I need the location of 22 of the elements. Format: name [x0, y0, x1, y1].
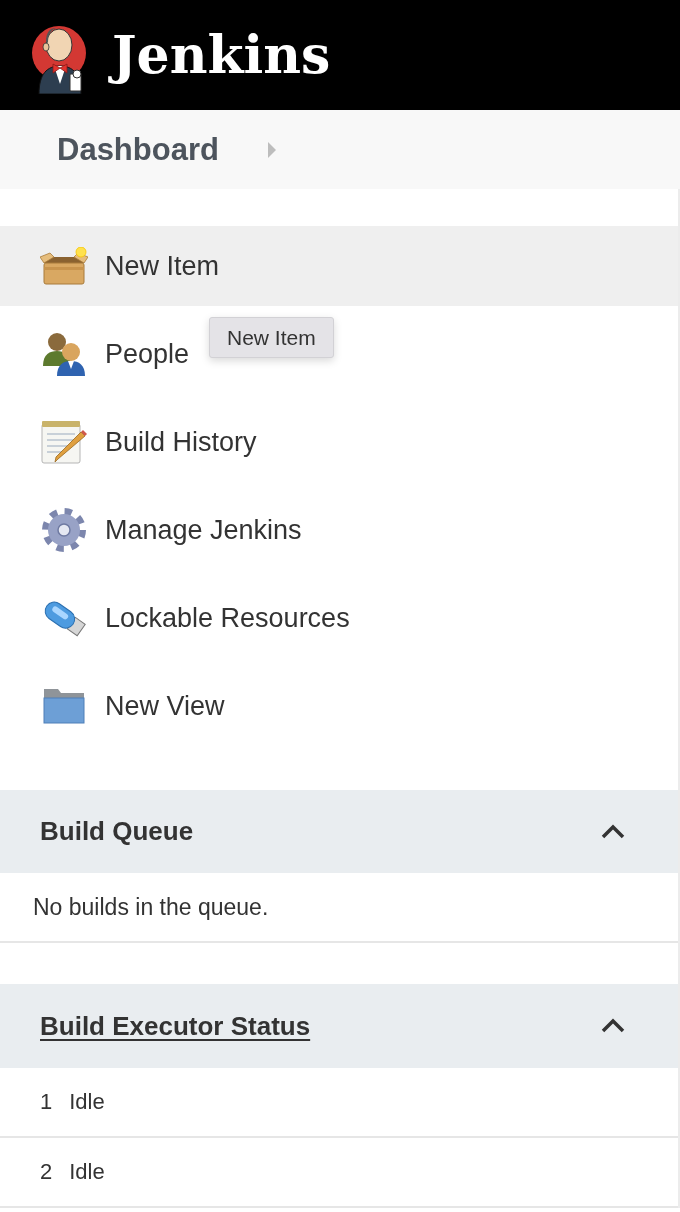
people-icon [42, 332, 86, 376]
folder-icon [43, 688, 85, 724]
box-icon [40, 247, 88, 285]
notepad-icon [41, 420, 87, 464]
executor-number: 1 [40, 1089, 53, 1115]
panel-title: Build Queue [40, 816, 194, 847]
executor-status: Idle [69, 1089, 105, 1115]
menu-item[interactable]: New Item [0, 226, 678, 306]
chevron-up-icon[interactable] [601, 1017, 625, 1035]
chevron-up-icon[interactable] [601, 822, 625, 841]
menu-item[interactable]: People [0, 314, 198, 394]
panel-title-link[interactable]: Build Executor Status [40, 1010, 311, 1042]
gear-icon [40, 506, 88, 554]
menu-item[interactable]: Build History [0, 402, 265, 482]
queue-message: No builds in the queue. [33, 893, 269, 921]
executor-status: Idle [69, 1159, 105, 1185]
menu-item[interactable]: Lockable Resources [0, 578, 358, 658]
menu-item[interactable]: Manage Jenkins [0, 490, 310, 570]
tooltip: New Item [209, 317, 334, 358]
executor-number: 2 [40, 1159, 53, 1185]
menu-item[interactable]: New View [0, 666, 233, 746]
breadcrumb-link[interactable]: Dashboard [57, 131, 219, 168]
